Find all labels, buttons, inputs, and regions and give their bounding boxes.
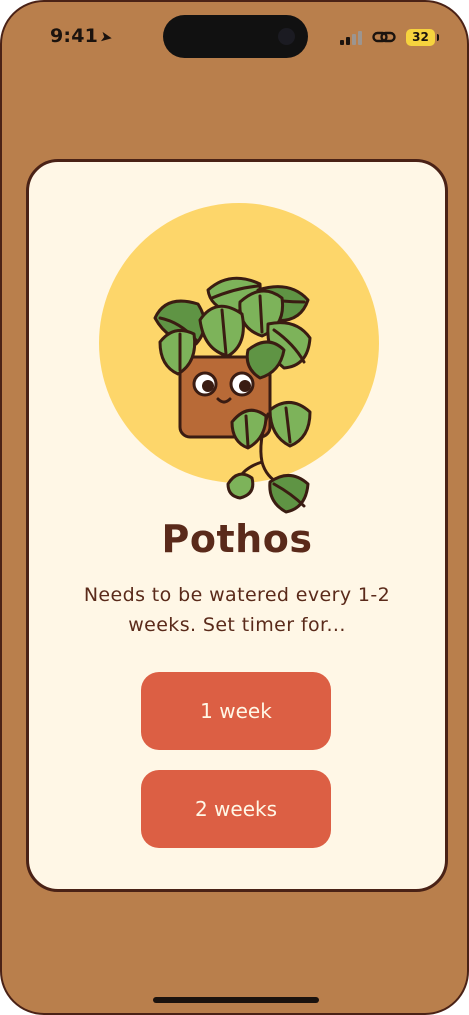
two-weeks-button[interactable]: 2 weeks <box>141 770 331 848</box>
dynamic-island <box>163 15 308 58</box>
phone-screen: 9:41➤ 32 Pothos Needs to be watered ever… <box>0 0 469 1015</box>
status-time-text: 9:41 <box>50 25 99 47</box>
location-arrow-icon: ➤ <box>98 27 115 47</box>
link-icon <box>372 31 396 43</box>
pothos-plant-icon <box>153 276 312 514</box>
battery-level-text: 32 <box>412 30 429 44</box>
plant-card: Pothos Needs to be watered every 1-2 wee… <box>26 159 448 892</box>
plant-description: Needs to be watered every 1-2 weeks. Set… <box>83 584 391 636</box>
plant-name: Pothos <box>161 517 313 561</box>
status-bar-time: 9:41➤ <box>50 25 115 47</box>
battery-icon: 32 <box>406 29 439 46</box>
cellular-signal-icon <box>340 31 362 45</box>
camera-icon <box>278 28 295 45</box>
one-week-button[interactable]: 1 week <box>141 672 331 750</box>
home-indicator[interactable] <box>153 997 319 1003</box>
